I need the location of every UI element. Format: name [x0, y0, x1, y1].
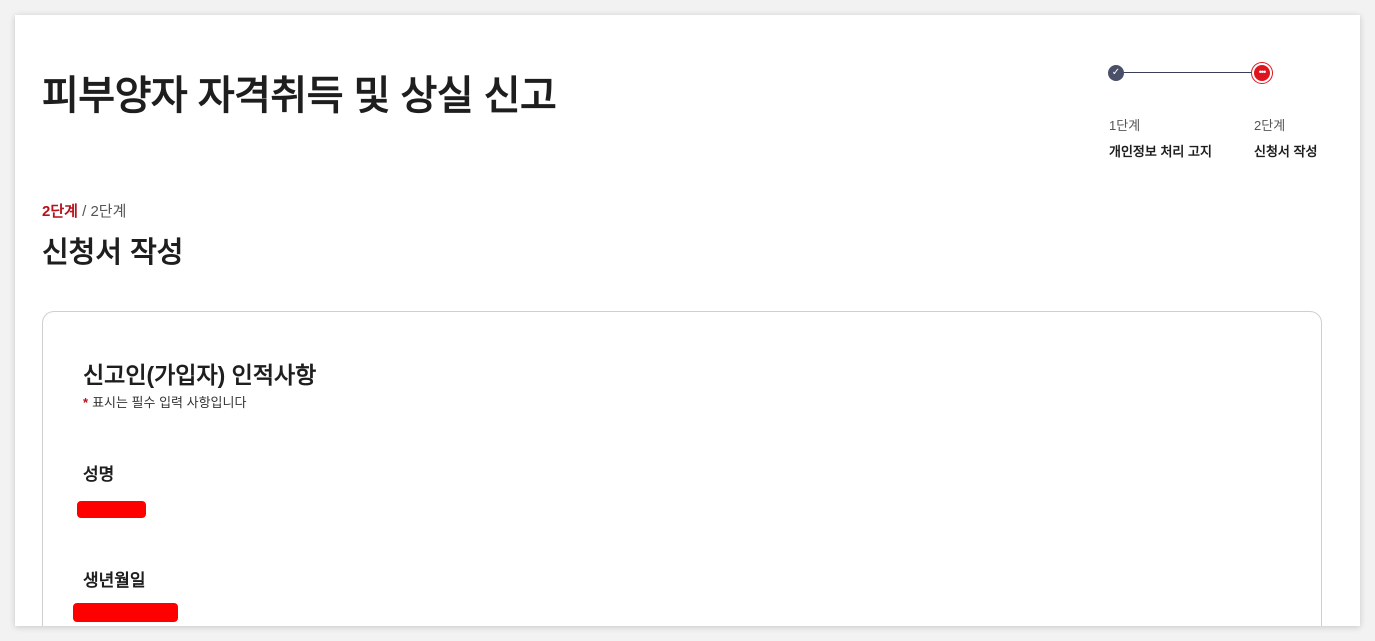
birthdate-label: 생년월일	[83, 571, 146, 590]
applicant-info-card: 신고인(가입자) 인적사항 * 표시는 필수 입력 사항입니다 성명 생년월일	[42, 311, 1322, 626]
check-icon: ✓	[1108, 65, 1124, 81]
total-steps: 2단계	[90, 203, 127, 220]
progress-stepper: ✓ ••• 1단계 2단계 개인정보 처리 고지 신청서 작성	[1105, 63, 1335, 159]
step-1-name: 개인정보 처리 고지	[1109, 144, 1212, 159]
card-title: 신고인(가입자) 인적사항	[83, 362, 317, 388]
step-separator: /	[77, 203, 91, 220]
step-1-number: 1단계	[1109, 118, 1141, 133]
required-note-text: 표시는 필수 입력 사항입니다	[92, 395, 247, 410]
required-star-icon: *	[83, 395, 89, 410]
current-step: 2단계	[42, 203, 78, 220]
step-2-number: 2단계	[1254, 118, 1286, 133]
more-icon: •••	[1252, 63, 1272, 83]
step-indicator: 2단계 / 2단계	[42, 200, 126, 221]
birthdate-value-redacted	[73, 603, 178, 622]
stepper-connector	[1115, 72, 1263, 73]
step-2-name: 신청서 작성	[1254, 144, 1318, 159]
page-container: 피부양자 자격취득 및 상실 신고 ✓ ••• 1단계 2단계 개인정보 처리 …	[15, 15, 1360, 626]
section-title: 신청서 작성	[42, 237, 184, 269]
required-note: * 표시는 필수 입력 사항입니다	[83, 392, 246, 411]
name-value-redacted	[77, 501, 146, 518]
page-title: 피부양자 자격취득 및 상실 신고	[42, 74, 557, 118]
name-label: 성명	[83, 465, 115, 484]
